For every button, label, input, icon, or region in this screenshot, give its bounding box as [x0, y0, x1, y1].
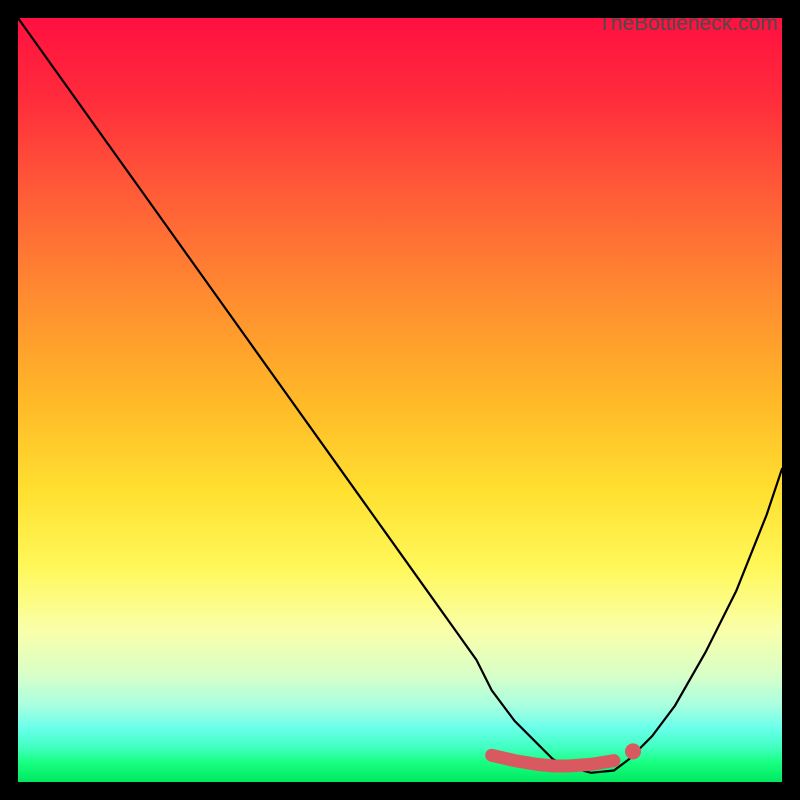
curve-layer: [18, 18, 782, 782]
bottleneck-curve: [18, 18, 782, 773]
accent-highlight: [492, 755, 614, 766]
chart-frame: TheBottleneck.com: [0, 0, 800, 800]
accent-dot: [625, 743, 641, 759]
plot-area: TheBottleneck.com: [18, 18, 782, 782]
